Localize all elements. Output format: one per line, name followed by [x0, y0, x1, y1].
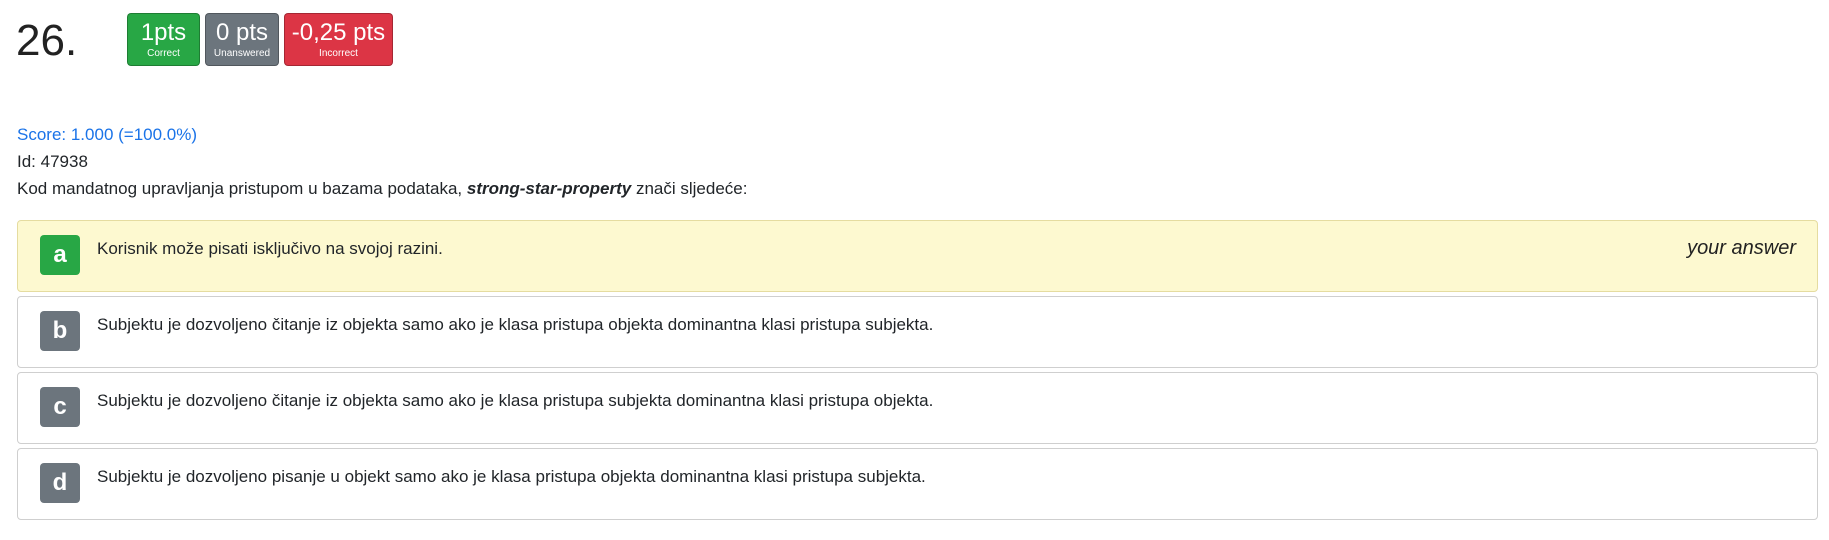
score-text: Score: 1.000 (=100.0%) — [17, 125, 198, 144]
answer-option-d[interactable]: d Subjektu je dozvoljeno pisanje u objek… — [17, 448, 1818, 520]
question-meta: Score: 1.000 (=100.0%) Id: 47938 Kod man… — [17, 121, 747, 202]
answer-text-c: Subjektu je dozvoljeno čitanje iz objekt… — [97, 391, 934, 410]
answer-option-a[interactable]: a Korisnik može pisati isključivo na svo… — [17, 220, 1818, 292]
answer-letter-d: d — [40, 463, 80, 503]
answer-list: a Korisnik može pisati isključivo na svo… — [17, 220, 1818, 524]
answer-text-d: Subjektu je dozvoljeno pisanje u objekt … — [97, 467, 926, 486]
answer-text-b: Subjektu je dozvoljeno čitanje iz objekt… — [97, 315, 934, 334]
answer-option-c[interactable]: c Subjektu je dozvoljeno čitanje iz obje… — [17, 372, 1818, 444]
incorrect-label: Incorrect — [319, 47, 358, 59]
quiz-question-page: 26. 1pts Correct 0 pts Unanswered -0,25 … — [0, 0, 1829, 540]
answer-letter-a: a — [40, 235, 80, 275]
answer-text-a: Korisnik može pisati isključivo na svojo… — [97, 239, 443, 258]
unanswered-points: 0 pts — [215, 18, 269, 46]
question-text-emphasis: strong-star-property — [466, 179, 632, 198]
question-text: Kod mandatnog upravljanja pristupom u ba… — [17, 175, 747, 202]
question-id: Id: 47938 — [17, 152, 88, 171]
answer-letter-b: b — [40, 311, 80, 351]
answer-letter-c: c — [40, 387, 80, 427]
unanswered-points-badge: 0 pts Unanswered — [205, 13, 279, 66]
question-text-after: znači sljedeće: — [631, 179, 748, 198]
correct-points: 1pts — [140, 18, 187, 46]
your-answer-label: your answer — [1687, 237, 1796, 259]
points-badges: 1pts Correct 0 pts Unanswered -0,25 pts … — [127, 13, 393, 66]
question-text-before: Kod mandatnog upravljanja pristupom u ba… — [17, 179, 467, 198]
question-number: 26. — [16, 16, 78, 65]
unanswered-label: Unanswered — [213, 47, 271, 59]
answer-option-b[interactable]: b Subjektu je dozvoljeno čitanje iz obje… — [17, 296, 1818, 368]
incorrect-points: -0,25 pts — [291, 18, 386, 46]
correct-points-badge: 1pts Correct — [127, 13, 200, 66]
correct-label: Correct — [147, 47, 180, 59]
incorrect-points-badge: -0,25 pts Incorrect — [284, 13, 393, 66]
